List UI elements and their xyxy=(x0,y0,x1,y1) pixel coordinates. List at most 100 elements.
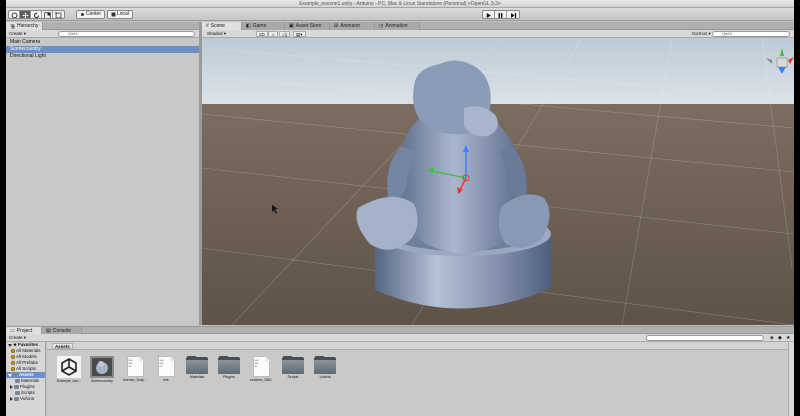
project-scrollbar[interactable] xyxy=(788,342,794,416)
rect-tool-button[interactable] xyxy=(53,11,64,18)
asset-item[interactable]: Vuforia xyxy=(309,356,341,379)
search-filter-icon xyxy=(11,361,15,365)
mode-2d-toggle[interactable]: 2D xyxy=(256,31,268,37)
scene-toolbar: Shaded ▾ 2D ☼ ◁) ▤▾ Gizmos ▾ Q▾All xyxy=(202,30,794,38)
play-button[interactable] xyxy=(483,11,495,18)
scene-search-input[interactable]: Q▾All xyxy=(712,31,790,37)
tab-asset-store-label: Asset Store xyxy=(295,23,322,29)
hierarchy-tab-icon xyxy=(10,24,15,28)
pivot-icon xyxy=(81,13,84,16)
game-tab-icon: ◧ xyxy=(246,23,251,29)
folder-icon xyxy=(15,379,20,383)
window-title: Example_escene1.unity - Arduino - PC, Ma… xyxy=(6,0,794,8)
filter-label-icon[interactable]: ◆ xyxy=(778,335,782,341)
asset-label: Example_esc... xyxy=(56,379,82,383)
hierarchy-item-label: Directional Light xyxy=(10,53,46,59)
tab-hierarchy[interactable]: Hierarchy xyxy=(6,22,44,30)
mode-2d-label: 2D xyxy=(259,32,265,37)
gizmos-dropdown[interactable]: Gizmos ▾ xyxy=(690,31,713,37)
folder-icon xyxy=(314,356,336,374)
project-search-input[interactable] xyxy=(646,335,764,341)
pause-button[interactable] xyxy=(495,11,507,18)
hierarchy-item-label: Main Camera xyxy=(10,39,41,45)
tab-game[interactable]: ◧ Game xyxy=(242,22,285,30)
hierarchy-item[interactable]: Main Camera xyxy=(6,39,199,46)
hierarchy-search-placeholder: Q▾All xyxy=(68,31,78,36)
breadcrumb-label: Assets xyxy=(55,344,70,349)
scene-search-placeholder: Q▾All xyxy=(722,31,732,36)
speaker-icon: ◁) xyxy=(282,32,287,37)
folder-icon xyxy=(218,356,240,374)
asset-item[interactable]: Scripts xyxy=(277,356,309,379)
folder-icon xyxy=(282,356,304,374)
hierarchy-create-dropdown[interactable]: Create ▾ xyxy=(7,31,28,37)
folder-icon xyxy=(14,397,19,401)
project-toolbar: Create ▾ ◈ ◆ ★ xyxy=(6,334,794,342)
step-icon xyxy=(510,13,516,18)
step-button[interactable] xyxy=(507,11,519,18)
asset-item[interactable]: Materials xyxy=(181,356,213,379)
folder-icon xyxy=(14,385,19,389)
asset-item[interactable]: ≡≡≡ ≡≡≡ ≡≡ link xyxy=(150,356,182,382)
sky xyxy=(202,38,794,106)
expand-arrow-icon xyxy=(10,397,13,401)
scene-tab-icon: # xyxy=(206,23,209,29)
sun-icon: ☼ xyxy=(271,32,276,37)
tab-animation-label: Animation xyxy=(385,23,408,29)
local-space-icon xyxy=(111,12,116,17)
asset-item[interactable]: Example_esc... xyxy=(53,356,85,383)
asset-label: Vuforia xyxy=(319,375,331,379)
project-sidebar: ★ Favorites All Materials All Models All … xyxy=(6,342,46,416)
shading-mode-dropdown[interactable]: Shaded ▾ xyxy=(205,31,251,37)
asset-item[interactable]: Plugins xyxy=(213,356,245,379)
hierarchy-item[interactable]: Directional Light xyxy=(6,53,199,60)
transform-tools xyxy=(8,10,65,19)
scene-viewport[interactable] xyxy=(202,38,794,325)
space-local-toggle[interactable]: Local xyxy=(107,10,133,19)
hierarchy-search-input[interactable]: Q▾All xyxy=(58,31,195,37)
move-tool-button[interactable] xyxy=(20,11,31,18)
search-filter-icon xyxy=(11,367,15,371)
expand-arrow-icon xyxy=(8,373,12,377)
tab-scene-label: Scene xyxy=(210,23,225,29)
project-create-dropdown[interactable]: Create ▾ xyxy=(7,335,28,341)
star-icon[interactable]: ★ xyxy=(786,335,790,341)
hand-tool-button[interactable] xyxy=(9,11,20,18)
effects-dropdown[interactable]: ▤▾ xyxy=(293,31,306,37)
text-document-icon: ≡≡≡ ≡≡≡ ≡≡ xyxy=(157,356,175,377)
asset-breadcrumb-bar: Assets xyxy=(47,342,794,350)
tab-animator[interactable]: ⊞ Animator xyxy=(330,22,375,30)
filter-type-icon[interactable]: ◈ xyxy=(770,335,774,341)
hierarchy-item-selected[interactable]: Scenecountry xyxy=(6,46,199,53)
sidebar-item-vuforia[interactable]: Vuforia xyxy=(6,396,45,402)
animation-tab-icon: ◷ xyxy=(379,23,384,29)
tab-asset-store[interactable]: ▣ Asset Store xyxy=(285,22,330,30)
hierarchy-item-label: Scenecountry xyxy=(10,46,41,52)
project-create-label: Create xyxy=(9,335,23,340)
lighting-toggle[interactable]: ☼ xyxy=(268,31,279,37)
asset-store-tab-icon: ▣ xyxy=(289,23,294,29)
asset-item[interactable]: ≡≡≡ ≡≡≡ ≡≡ readme_SDK xyxy=(245,356,277,382)
asset-label: Scripts xyxy=(287,375,299,379)
scene-render xyxy=(202,38,794,325)
project-tabbar: ▭ Project ▤ Console xyxy=(6,326,794,335)
space-label: Local xyxy=(117,11,129,17)
scene-tabbar: # Scene ◧ Game ▣ Asset Store ⊞ Animator … xyxy=(202,22,794,30)
hierarchy-toolbar: Create ▾ Q▾All xyxy=(6,30,199,38)
hierarchy-list: Main Camera Scenecountry Directional Lig… xyxy=(6,38,199,325)
tab-animation[interactable]: ◷ Animation xyxy=(375,22,420,30)
play-icon xyxy=(486,13,491,18)
breadcrumb-assets[interactable]: Assets xyxy=(52,343,73,349)
asset-item[interactable]: Scenecountry xyxy=(86,356,118,383)
asset-label: Materials xyxy=(189,375,205,379)
scale-icon xyxy=(43,12,51,18)
pivot-center-toggle[interactable]: Center xyxy=(76,10,106,19)
rotate-tool-button[interactable] xyxy=(31,11,42,18)
tab-scene[interactable]: # Scene xyxy=(202,22,242,30)
model-prefab-icon xyxy=(90,356,114,378)
scale-tool-button[interactable] xyxy=(42,11,53,18)
animator-tab-icon: ⊞ xyxy=(334,23,339,29)
asset-item[interactable]: ≡≡≡ ≡≡≡ ≡≡ license_3rdp... xyxy=(119,356,151,382)
audio-toggle[interactable]: ◁) xyxy=(279,31,290,37)
sidebar-item-label: Vuforia xyxy=(20,396,35,401)
